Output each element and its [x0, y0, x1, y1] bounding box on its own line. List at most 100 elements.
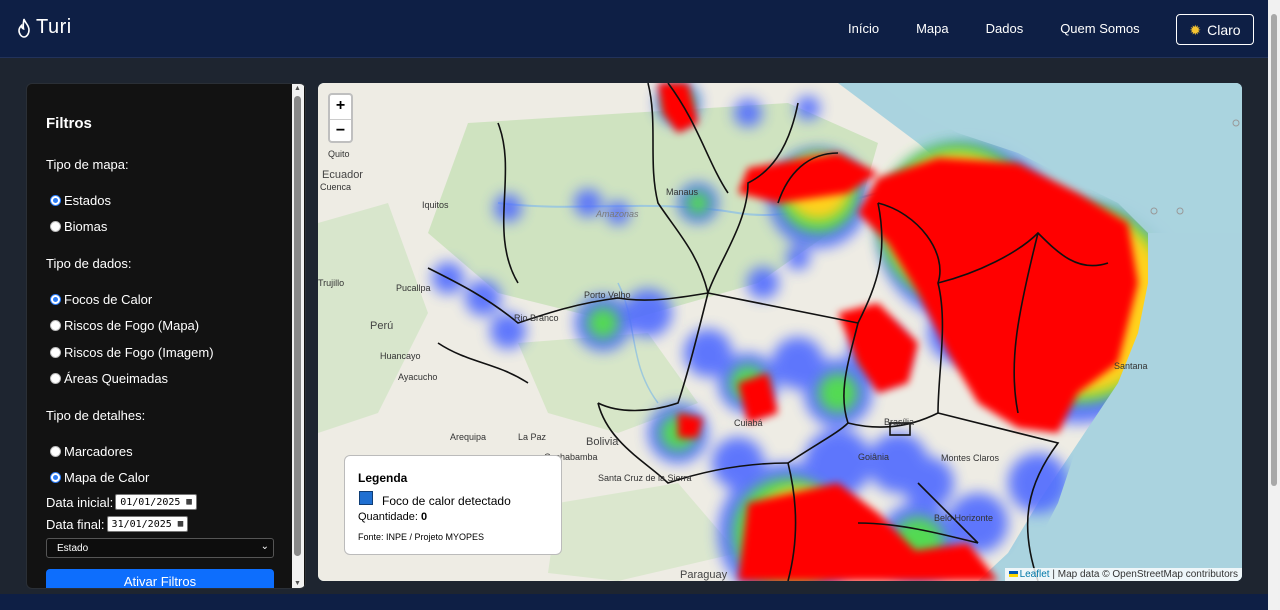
leaflet-link[interactable]: Leaflet — [1008, 569, 1050, 580]
legend-quantity-label: Quantidade: — [358, 511, 418, 523]
activate-filters-button[interactable]: Ativar Filtros — [46, 569, 274, 588]
brand-logo[interactable]: Turi — [16, 16, 72, 39]
legend-quantity-value: 0 — [421, 511, 428, 523]
start-date-input[interactable]: 01/01/2025 ▦ — [115, 494, 197, 510]
nav-link-mapa[interactable]: Mapa — [916, 21, 949, 36]
theme-toggle-label: Claro — [1207, 21, 1241, 38]
nav-links: Início Mapa Dados Quem Somos — [848, 21, 1177, 36]
map-attribution: Leaflet | Map data © OpenStreetMap contr… — [1004, 568, 1242, 581]
start-date-value: 01/01/2025 — [120, 496, 181, 508]
leaflet-link-label: Leaflet — [1019, 569, 1050, 580]
map-label: Iquitos — [422, 200, 449, 210]
radio-focos-de-calor[interactable]: Focos de Calor — [50, 292, 152, 307]
end-date-input[interactable]: 31/01/2025 ▦ — [106, 516, 189, 532]
radio-label: Estados — [64, 193, 111, 208]
detail-type-label: Tipo de detalhes: — [46, 408, 146, 423]
data-type-label: Tipo de dados: — [46, 256, 132, 271]
sidebar-scrollbar-thumb[interactable] — [294, 96, 301, 556]
theme-toggle-button[interactable]: ✹ Claro — [1176, 14, 1254, 45]
navbar: Turi Início Mapa Dados Quem Somos ✹ Clar… — [0, 0, 1268, 58]
nav-link-quem-somos[interactable]: Quem Somos — [1060, 21, 1139, 36]
map-label: Brasília — [884, 417, 915, 427]
nav-link-inicio[interactable]: Início — [848, 21, 879, 36]
ukraine-flag-icon — [1008, 571, 1018, 578]
radio-button[interactable] — [50, 347, 61, 358]
map-label: Cuiabá — [734, 418, 763, 428]
attribution-text: | Map data © OpenStreetMap contributors — [1049, 569, 1238, 580]
radio-button[interactable] — [50, 320, 61, 331]
radio-label: Mapa de Calor — [64, 470, 150, 485]
radio-button[interactable] — [50, 373, 61, 384]
map-label: Santa Cruz de la Sierra — [598, 473, 692, 483]
zoom-out-button[interactable]: − — [330, 119, 351, 143]
start-date-label: Data inicial: — [46, 494, 114, 510]
radio-button[interactable] — [50, 195, 61, 206]
radio-riscos-mapa[interactable]: Riscos de Fogo (Mapa) — [50, 318, 199, 333]
legend-swatch — [359, 491, 373, 505]
legend-quantity: Quantidade: 0 — [358, 511, 427, 523]
flame-icon — [18, 18, 30, 38]
calendar-icon[interactable]: ▦ — [186, 497, 191, 507]
page-scrollbar[interactable] — [1268, 0, 1280, 610]
map-label: Perú — [370, 320, 394, 332]
filters-title: Filtros — [46, 115, 92, 132]
sidebar-scrollbar[interactable]: ▲ ▼ — [292, 84, 304, 588]
radio-button[interactable] — [50, 294, 61, 305]
map-label: Quito — [328, 149, 350, 159]
map-label: Cuenca — [320, 182, 352, 192]
radio-button[interactable] — [50, 472, 61, 483]
map-label: Porto Velho — [584, 290, 631, 300]
radio-button[interactable] — [50, 446, 61, 457]
radio-biomas[interactable]: Biomas — [50, 219, 107, 234]
legend-item-label: Foco de calor detectado — [382, 494, 511, 508]
radio-label: Marcadores — [64, 444, 133, 459]
scroll-up-arrow-icon[interactable]: ▲ — [294, 85, 301, 92]
radio-label: Riscos de Fogo (Imagem) — [64, 345, 214, 360]
map-label: Goiânia — [858, 452, 890, 462]
sun-icon: ✹ — [1189, 21, 1202, 38]
map-label: Manaus — [666, 187, 699, 197]
heat-map[interactable]: Quito Ecuador Cuenca Iquitos Manaus Amaz… — [318, 83, 1242, 581]
radio-label: Riscos de Fogo (Mapa) — [64, 318, 200, 333]
map-label: Amazonas — [596, 209, 639, 219]
calendar-icon[interactable]: ▦ — [178, 519, 183, 529]
radio-label: Biomas — [64, 219, 108, 234]
legend-source: Fonte: INPE / Projeto MYOPES — [358, 532, 485, 542]
zoom-in-button[interactable]: + — [330, 95, 351, 119]
footer-bar — [0, 594, 1268, 610]
radio-estados[interactable]: Estados — [50, 193, 111, 208]
scroll-down-arrow-icon[interactable]: ▼ — [294, 580, 301, 587]
nav-link-dados[interactable]: Dados — [986, 21, 1024, 36]
state-select[interactable]: Estado ⌄ — [46, 538, 274, 558]
end-date-row: Data final: 31/01/2025 ▦ — [46, 516, 189, 532]
start-date-row: Data inicial: 01/01/2025 ▦ — [46, 494, 197, 510]
map-label: Huancayo — [380, 351, 421, 361]
radio-button[interactable] — [50, 221, 61, 232]
legend-title: Legenda — [358, 471, 408, 485]
radio-riscos-imagem[interactable]: Riscos de Fogo (Imagem) — [50, 345, 214, 360]
brand-name: Turi — [36, 16, 72, 38]
map-label: Paraguay — [680, 569, 728, 581]
zoom-control: + − — [328, 93, 353, 143]
radio-label: Áreas Queimadas — [64, 371, 169, 386]
end-date-label: Data final: — [46, 516, 105, 532]
map-label: Ayacucho — [398, 372, 438, 382]
map-label: Ecuador — [322, 169, 363, 181]
radio-marcadores[interactable]: Marcadores — [50, 444, 133, 459]
map-label: Arequipa — [450, 432, 487, 442]
map-label: Rio Branco — [514, 313, 559, 323]
map-label: Bolivia — [586, 436, 619, 448]
map-label: Trujillo — [318, 278, 345, 288]
filters-panel: Filtros Tipo de mapa: Estados Biomas Tip… — [26, 83, 306, 589]
page-scrollbar-thumb[interactable] — [1271, 14, 1277, 486]
radio-areas-queimadas[interactable]: Áreas Queimadas — [50, 371, 168, 386]
end-date-value: 31/01/2025 — [111, 518, 172, 530]
state-select-value: Estado — [57, 542, 89, 554]
map-type-label: Tipo de mapa: — [46, 157, 129, 172]
radio-label: Focos de Calor — [64, 292, 153, 307]
map-label: La Paz — [518, 432, 547, 442]
radio-mapa-de-calor[interactable]: Mapa de Calor — [50, 470, 149, 485]
map-label: Pucallpa — [396, 283, 431, 293]
chevron-down-icon: ⌄ — [260, 541, 269, 552]
map-label: Santana — [1114, 361, 1148, 371]
